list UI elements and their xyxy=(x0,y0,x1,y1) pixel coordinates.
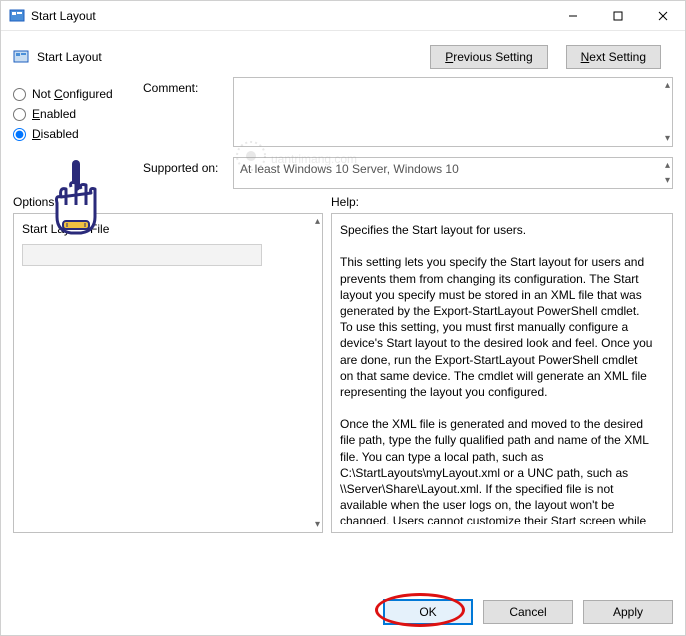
app-icon xyxy=(9,8,25,24)
window-title: Start Layout xyxy=(31,9,550,23)
chevron-down-icon: ▾ xyxy=(665,175,670,186)
help-label: Help: xyxy=(331,195,673,209)
file-label: Start Layout File xyxy=(22,222,109,236)
config-area: Not Configured Enabled Disabled Comment:… xyxy=(1,69,685,147)
options-label: Options: xyxy=(13,195,323,209)
radio-disabled[interactable] xyxy=(13,128,26,141)
help-text: Specifies the Start layout for users. Th… xyxy=(340,222,664,524)
window-controls xyxy=(550,1,685,30)
titlebar: Start Layout xyxy=(1,1,685,31)
supported-text: At least Windows 10 Server, Windows 10 xyxy=(240,162,459,176)
chevron-down-icon: ▾ xyxy=(665,133,670,144)
help-panel[interactable]: Specifies the Start layout for users. Th… xyxy=(331,213,673,533)
comment-textbox[interactable]: ▴ ▾ xyxy=(233,77,673,147)
setting-icon xyxy=(13,49,29,65)
chevron-up-icon: ▴ xyxy=(665,160,670,171)
start-layout-file-input[interactable] xyxy=(22,244,262,266)
prev-label: Previous Setting xyxy=(445,50,532,64)
ok-button[interactable]: OK xyxy=(383,599,473,625)
chevron-up-icon: ▴ xyxy=(315,216,320,227)
split-panels: Options: Start Layout File ▴ ▾ Help: Spe… xyxy=(1,189,685,533)
options-panel: Start Layout File ▴ ▾ xyxy=(13,213,323,533)
supported-row: Supported on: At least Windows 10 Server… xyxy=(1,147,685,189)
radio-enabled[interactable] xyxy=(13,108,26,121)
minimize-button[interactable] xyxy=(550,1,595,31)
label-disabled: Disabled xyxy=(32,127,79,141)
supported-label: Supported on: xyxy=(143,161,218,175)
comment-label: Comment: xyxy=(143,81,198,95)
chevron-down-icon: ▾ xyxy=(315,519,320,530)
previous-setting-button[interactable]: Previous Setting xyxy=(430,45,547,69)
setting-title: Start Layout xyxy=(37,50,430,64)
close-button[interactable] xyxy=(640,1,685,31)
chevron-up-icon: ▴ xyxy=(665,80,670,91)
cancel-button[interactable]: Cancel xyxy=(483,600,573,624)
header-row: Start Layout Previous Setting Next Setti… xyxy=(1,31,685,69)
label-enabled: Enabled xyxy=(32,107,76,121)
next-label: Next Setting xyxy=(581,50,646,64)
supported-value: At least Windows 10 Server, Windows 10 ▴… xyxy=(233,157,673,189)
next-setting-button[interactable]: Next Setting xyxy=(566,45,661,69)
label-not-configured: Not Configured xyxy=(32,87,113,101)
state-radios: Not Configured Enabled Disabled xyxy=(13,77,143,147)
radio-not-configured[interactable] xyxy=(13,88,26,101)
maximize-button[interactable] xyxy=(595,1,640,31)
footer-buttons: OK Cancel Apply xyxy=(383,599,673,625)
apply-button[interactable]: Apply xyxy=(583,600,673,624)
